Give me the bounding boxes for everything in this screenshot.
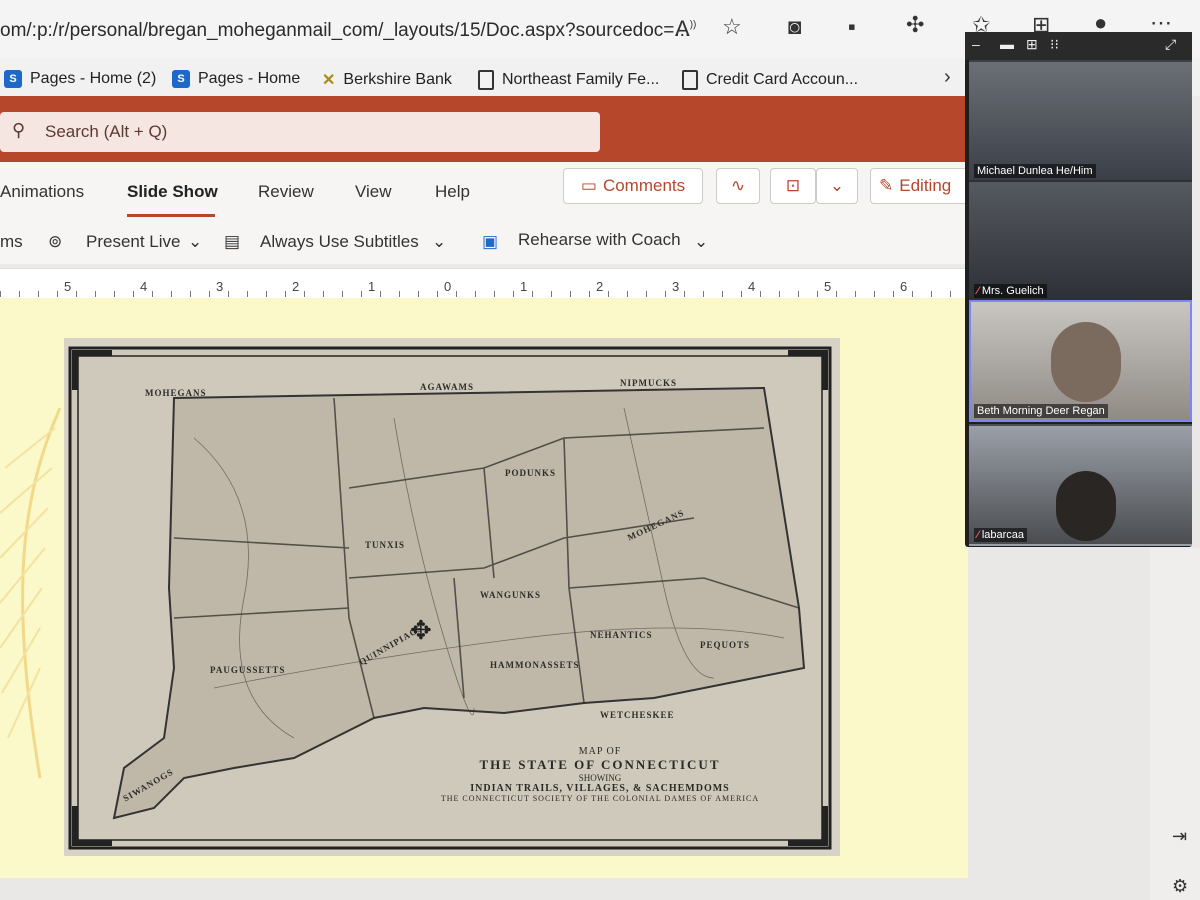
tab-animations[interactable]: Animations [0, 182, 84, 202]
participant-tile[interactable]: ⁄ Mrs. Guelich [969, 180, 1192, 302]
map-label: PODUNKS [505, 468, 557, 478]
ribbon-commands: ms ⊚ Present Live ⌄ ▤ Always Use Subtitl… [0, 220, 965, 264]
read-aloud-icon[interactable]: A)) [675, 16, 696, 42]
ruler-label: 3 [216, 279, 224, 294]
active-tab-indicator [127, 214, 215, 217]
map-label: PEQUOTS [700, 640, 751, 650]
participant-video [1056, 471, 1116, 541]
participant-name-label: Beth Morning Deer Regan [974, 404, 1108, 418]
rehearse-coach-icon: ▣ [482, 232, 499, 251]
map-label: AGAWAMS [420, 382, 475, 392]
ruler-label: 0 [444, 279, 452, 294]
activity-icon: ∿ [730, 176, 746, 195]
grid-view-icon[interactable]: ⊞ [1026, 36, 1038, 53]
present-live-button[interactable]: Present Live [86, 232, 181, 252]
map-label: PAUGUSSETTS [210, 665, 286, 675]
favorite-item[interactable]: Northeast Family Fe... [478, 70, 659, 90]
participant-tile-active-speaker[interactable]: Beth Morning Deer Regan [969, 300, 1192, 422]
ruler-label: 6 [900, 279, 908, 294]
ruler-label: 1 [520, 279, 528, 294]
map-label: MOHEGANS [145, 388, 207, 398]
editing-mode-button[interactable]: ✎ Editing [870, 168, 980, 204]
map-label: NIPMUCKS [620, 378, 677, 388]
document-icon [682, 70, 698, 90]
participant-tile[interactable]: Michael Dunlea He/Him [969, 60, 1192, 182]
subtitles-button[interactable]: Always Use Subtitles [260, 232, 419, 252]
ruler-label: 2 [292, 279, 300, 294]
ruler-label: 1 [368, 279, 376, 294]
layout-icon[interactable]: ▬ [1000, 36, 1014, 52]
map-label: HAMMONASSETS [490, 660, 580, 670]
ruler-label: 4 [140, 279, 148, 294]
extensions-puzzle-icon[interactable]: ✣ [906, 12, 924, 38]
tab-view[interactable]: View [355, 182, 392, 202]
horizontal-ruler: 5 4 3 2 1 0 1 2 3 4 5 6 [0, 268, 965, 302]
map-label: WANGUNKS [480, 590, 542, 600]
favorite-item[interactable]: S Pages - Home (2) [4, 70, 156, 88]
participant-video [1051, 322, 1121, 402]
pencil-icon: ✎ [879, 176, 894, 195]
sidebar-toggle-icon[interactable]: ⇥ [1172, 826, 1187, 847]
ribbon-tabs: Animations Slide Show Review View Help ▭… [0, 162, 980, 220]
favorite-item[interactable]: S Pages - Home [172, 70, 300, 88]
chevron-down-icon[interactable]: ⌄ [694, 232, 708, 252]
tab-review[interactable]: Review [258, 182, 314, 202]
sharepoint-icon: S [4, 70, 22, 88]
chevron-down-icon[interactable]: ⌄ [432, 232, 446, 252]
tab-help[interactable]: Help [435, 182, 470, 202]
search-input[interactable]: ⚲ Search (Alt + Q) [0, 112, 600, 152]
berkshire-bank-icon: ✕ [322, 72, 336, 89]
grid-large-icon[interactable]: ⁝⁝ [1050, 36, 1059, 53]
broadcast-icon: ⊚ [48, 232, 63, 251]
partial-command[interactable]: ms [0, 232, 23, 252]
map-title-block: MAP OF THE STATE OF CONNECTICUT SHOWING … [380, 746, 820, 803]
search-icon: ⚲ [12, 120, 26, 140]
present-icon: ⊡ [785, 176, 801, 195]
ruler-label: 5 [824, 279, 832, 294]
minimize-icon[interactable]: – [972, 36, 980, 52]
participant-tile[interactable]: ⁄ labarcaa [969, 424, 1192, 546]
chevron-down-icon[interactable]: ⌄ [188, 232, 202, 252]
map-label: TUNXIS [365, 540, 406, 550]
participant-name-label: ⁄ labarcaa [974, 528, 1028, 542]
chevron-down-icon: ⌄ [829, 176, 845, 195]
present-dropdown-button[interactable]: ⌄ [816, 168, 858, 204]
favorite-item[interactable]: ✕ Berkshire Bank [322, 70, 452, 90]
document-icon [478, 70, 494, 90]
right-side-panel: ⇥ ⚙ [1150, 548, 1200, 900]
expand-icon[interactable]: ⤢ [1165, 36, 1176, 53]
activity-button[interactable]: ∿ [716, 168, 760, 204]
ruler-label: 5 [64, 279, 72, 294]
map-title-line: INDIAN TRAILS, VILLAGES, & SACHEMDOMS [470, 783, 730, 794]
move-cursor-icon: ✥ [410, 615, 432, 645]
comments-button[interactable]: ▭ Comments [563, 168, 703, 204]
ruler-label: 4 [748, 279, 756, 294]
map-label: NEHANTICS [590, 630, 653, 640]
tab-slide-show[interactable]: Slide Show [127, 182, 218, 202]
map-title-line: SHOWING [578, 773, 622, 783]
map-title-line: MAP OF [578, 746, 622, 757]
ruler-label: 2 [596, 279, 604, 294]
sharepoint-icon: S [172, 70, 190, 88]
participant-name-label: ⁄ Mrs. Guelich [974, 284, 1047, 298]
map-label: WETCHESKEE [600, 710, 675, 720]
search-placeholder: Search (Alt + Q) [45, 122, 168, 141]
comment-icon: ▭ [580, 176, 597, 195]
chevron-right-icon[interactable]: › [944, 66, 951, 89]
rehearse-with-coach-button[interactable]: Rehearse with Coach [518, 230, 681, 250]
mic-muted-icon: ⁄ [977, 529, 979, 541]
mic-muted-icon: ⁄ [977, 285, 979, 297]
ruler-label: 3 [672, 279, 680, 294]
present-button[interactable]: ⊡ [770, 168, 816, 204]
subtitles-icon: ▤ [224, 232, 241, 251]
url-text[interactable]: om/:p:/r/personal/bregan_moheganmail_com… [0, 20, 690, 42]
extension-icon[interactable]: ◙ [788, 14, 801, 40]
settings-gear-icon[interactable]: ⚙ [1172, 876, 1188, 897]
participant-name-label: Michael Dunlea He/Him [974, 164, 1096, 178]
add-favorite-icon[interactable]: ☆ [722, 14, 742, 40]
map-title-line: THE CONNECTICUT SOCIETY OF THE COLONIAL … [440, 794, 760, 803]
more-tools-icon[interactable]: ▪ [848, 14, 856, 40]
favorite-item[interactable]: Credit Card Accoun... [682, 70, 858, 90]
map-title-line: THE STATE OF CONNECTICUT [479, 757, 721, 772]
